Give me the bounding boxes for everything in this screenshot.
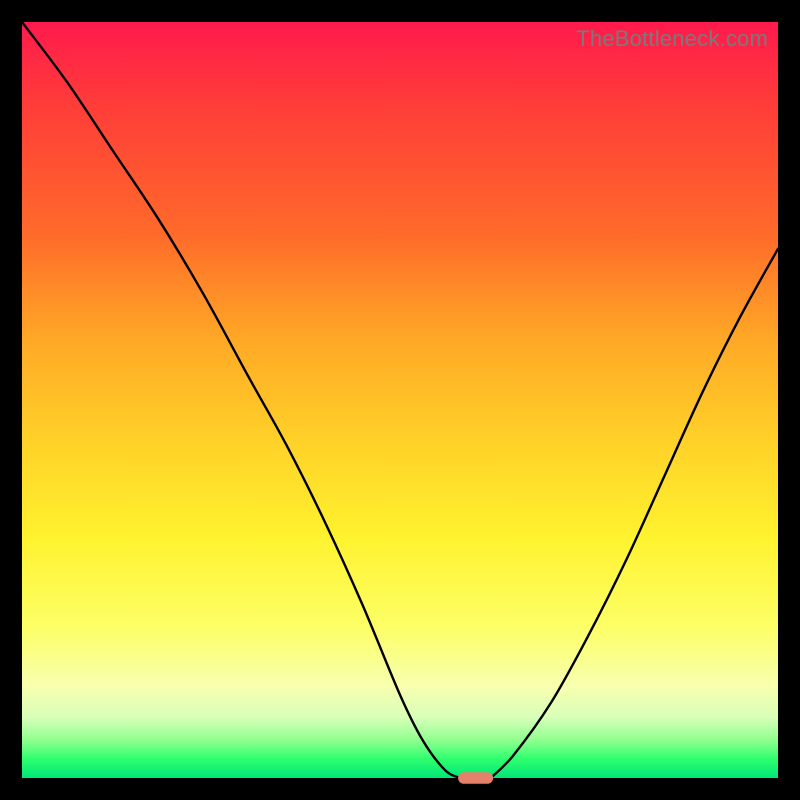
right-curve (491, 249, 778, 778)
chart-svg (22, 22, 778, 778)
chart-frame: TheBottleneck.com (22, 22, 778, 778)
trough-marker (459, 773, 493, 784)
left-curve (22, 22, 460, 778)
